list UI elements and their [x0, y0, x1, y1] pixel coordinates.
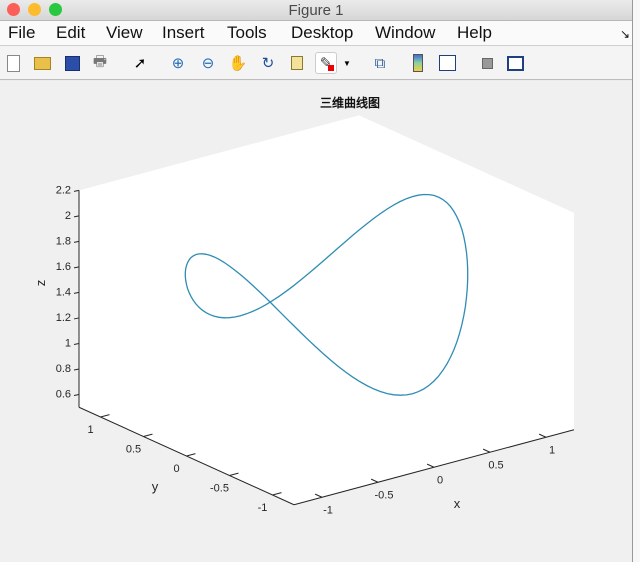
x-tick-label: 0.5	[488, 459, 503, 471]
z-tick	[73, 189, 80, 192]
z-tick	[73, 368, 80, 371]
menu-file[interactable]: File	[8, 23, 35, 43]
background-window-edge	[632, 0, 640, 562]
menu-edit[interactable]: Edit	[56, 23, 85, 43]
z-tick-label: 0.8	[56, 363, 71, 375]
open-file-icon[interactable]	[31, 52, 53, 74]
dropdown-arrow-icon[interactable]: ▼	[340, 52, 354, 74]
menu-bar: File Edit View Insert Tools Desktop Wind…	[0, 21, 632, 46]
z-tick	[73, 317, 80, 320]
z-tick	[73, 266, 80, 269]
menu-window[interactable]: Window	[375, 23, 435, 43]
z-tick	[73, 291, 80, 294]
menu-desktop[interactable]: Desktop	[291, 23, 353, 43]
pointer-icon[interactable]: ➚	[129, 52, 151, 74]
x-tick-label: 0	[437, 474, 443, 486]
title-bar: Figure 1	[0, 0, 632, 21]
z-tick-label: 1	[65, 337, 71, 349]
z-tick-label: 2	[65, 210, 71, 222]
pan-icon[interactable]: ✋	[227, 52, 249, 74]
save-icon[interactable]	[61, 52, 83, 74]
figure-toolbar: 🖶 ➚ ⊕ ⊖ ✋ ↻ ✎ ▼ ⧉	[0, 46, 632, 80]
menu-view[interactable]: View	[106, 23, 143, 43]
colorbar-icon[interactable]	[407, 52, 429, 74]
y-tick-label: -0.5	[210, 483, 229, 495]
x-axis-label: x	[454, 496, 461, 511]
z-tick	[73, 342, 80, 345]
window-title: Figure 1	[288, 2, 344, 19]
z-tick-label: 1.2	[56, 312, 71, 324]
x-tick-label: -0.5	[375, 489, 394, 501]
data-cursor-icon[interactable]	[286, 52, 308, 74]
z-tick	[73, 240, 80, 243]
zoom-out-icon[interactable]: ⊖	[197, 52, 219, 74]
z-tick-label: 1.8	[56, 235, 71, 247]
x-tick-label: 1	[549, 444, 555, 456]
z-tick-label: 1.4	[56, 286, 71, 298]
show-plot-tools-icon[interactable]	[504, 52, 526, 74]
link-plot-icon[interactable]: ⧉	[369, 52, 391, 74]
y-axis-label: y	[152, 479, 159, 494]
y-tick-label: 0.5	[126, 444, 141, 456]
figure-canvas: 三维曲线图 x y z -1 -0.5 0 0.5 1 -1 -0.5 0 0.5 1 0.6 0.8…	[0, 81, 632, 562]
menu-insert[interactable]: Insert	[162, 23, 205, 43]
z-tick	[73, 215, 80, 218]
zoom-in-icon[interactable]: ⊕	[167, 52, 189, 74]
y-tick-label: 0	[173, 463, 179, 475]
y-tick-label: -1	[258, 502, 268, 514]
menu-tools[interactable]: Tools	[227, 23, 267, 43]
axes-background	[79, 115, 574, 505]
menu-help[interactable]: Help	[457, 23, 492, 43]
z-tick	[73, 393, 80, 396]
legend-icon[interactable]	[436, 52, 458, 74]
brush-icon[interactable]: ✎	[315, 52, 337, 74]
print-icon[interactable]: 🖶	[89, 52, 111, 74]
axes-3d[interactable]: 三维曲线图 x y z -1 -0.5 0 0.5 1 -1 -0.5 0 0.5 1 0.6 0.8…	[0, 81, 632, 562]
z-tick-label: 1.6	[56, 261, 71, 273]
new-figure-icon[interactable]	[2, 52, 24, 74]
y-tick-label: 1	[87, 424, 93, 436]
z-axis-label: z	[33, 280, 48, 287]
z-tick-label: 2.2	[56, 184, 71, 196]
rotate-3d-icon[interactable]: ↻	[257, 52, 279, 74]
x-tick-label: -1	[323, 504, 333, 516]
dock-arrow-icon[interactable]: ↘	[620, 27, 630, 41]
hide-plot-tools-icon[interactable]	[476, 52, 498, 74]
chart-title: 三维曲线图	[320, 95, 380, 110]
z-tick-label: 0.6	[56, 388, 71, 400]
